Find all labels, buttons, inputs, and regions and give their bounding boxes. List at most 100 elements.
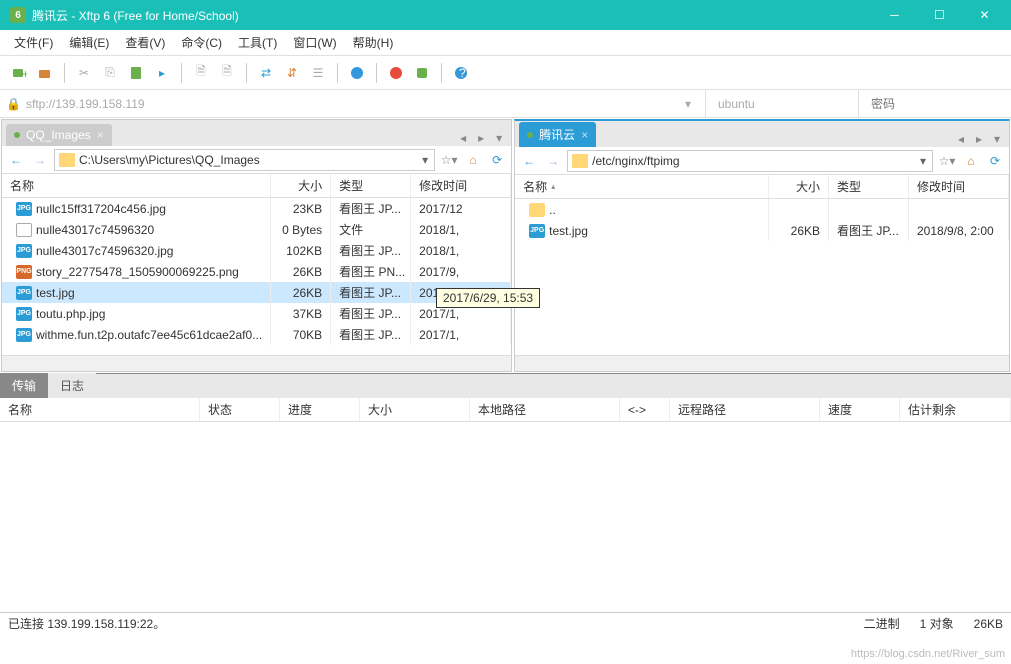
red-circle-icon[interactable]: [385, 62, 407, 84]
file-row[interactable]: JPGnulle43017c74596320.jpg102KB看图王 JP...…: [2, 240, 511, 261]
password-field[interactable]: [865, 93, 1005, 115]
close-button[interactable]: ✕: [962, 0, 1007, 30]
file-row[interactable]: JPGnullc15ff317204c456.jpg23KB看图王 JP...2…: [2, 198, 511, 219]
separator: [858, 90, 859, 118]
star-icon[interactable]: ☆▾: [439, 150, 459, 170]
play-icon[interactable]: ▸: [151, 62, 173, 84]
tab-prev-icon[interactable]: ◂: [455, 130, 471, 146]
scrollbar[interactable]: [515, 355, 1009, 371]
star-icon[interactable]: ☆▾: [937, 151, 957, 171]
transfer-icon[interactable]: ⇵: [281, 62, 303, 84]
address-dropdown-icon[interactable]: ▾: [677, 97, 699, 111]
tcol-size[interactable]: 大小: [360, 398, 470, 421]
home-icon[interactable]: ⌂: [463, 150, 483, 170]
file-row[interactable]: JPGtest.jpg26KB看图王 JP...2017/6: [2, 282, 511, 303]
open-session-icon[interactable]: [34, 62, 56, 84]
sync-icon[interactable]: ⇄: [255, 62, 277, 84]
tab-close-icon[interactable]: ×: [97, 128, 104, 142]
list-icon[interactable]: ☰: [307, 62, 329, 84]
tcol-eta[interactable]: 估计剩余: [900, 398, 1011, 421]
globe-icon[interactable]: [346, 62, 368, 84]
titlebar: 6 腾讯云 - Xftp 6 (Free for Home/School) ─ …: [0, 0, 1011, 30]
col-date[interactable]: 修改时间: [411, 174, 511, 197]
tcol-status[interactable]: 状态: [200, 398, 280, 421]
col-size[interactable]: 大小: [769, 175, 829, 198]
menu-file[interactable]: 文件(F): [6, 30, 61, 55]
menu-edit[interactable]: 编辑(E): [61, 30, 117, 55]
remote-tab-label: 腾讯云: [539, 126, 575, 143]
local-file-list[interactable]: JPGnullc15ff317204c456.jpg23KB看图王 JP...2…: [2, 198, 511, 355]
separator: [64, 63, 65, 83]
local-path-box[interactable]: C:\Users\my\Pictures\QQ_Images ▾: [54, 149, 435, 171]
remote-tabs: 腾讯云 × ◂ ▸ ▾: [515, 121, 1009, 147]
remote-tab[interactable]: 腾讯云 ×: [519, 122, 596, 147]
back-icon[interactable]: ←: [519, 151, 539, 171]
col-type[interactable]: 类型: [331, 174, 411, 197]
tcol-local[interactable]: 本地路径: [470, 398, 620, 421]
tab-prev-icon[interactable]: ◂: [953, 131, 969, 147]
file-type: 文件: [331, 219, 411, 240]
help-icon[interactable]: ?: [450, 62, 472, 84]
menu-window[interactable]: 窗口(W): [285, 30, 344, 55]
new-session-icon[interactable]: +: [8, 62, 30, 84]
tcol-arrow[interactable]: <->: [620, 398, 670, 421]
scrollbar[interactable]: [2, 355, 511, 371]
home-icon[interactable]: ⌂: [961, 151, 981, 171]
file-size: 26KB: [271, 261, 331, 282]
tab-menu-icon[interactable]: ▾: [491, 130, 507, 146]
tcol-speed[interactable]: 速度: [820, 398, 900, 421]
menu-tools[interactable]: 工具(T): [230, 30, 285, 55]
col-name[interactable]: 名称: [2, 174, 271, 197]
file-row[interactable]: JPGtest.jpg26KB看图王 JP...2018/9/8, 2:00: [515, 220, 1009, 241]
back-icon[interactable]: ←: [6, 150, 26, 170]
maximize-button[interactable]: ☐: [917, 0, 962, 30]
path-dropdown-icon[interactable]: ▾: [420, 153, 430, 167]
doc2-icon[interactable]: 🗎: [216, 62, 238, 84]
forward-icon[interactable]: →: [543, 151, 563, 171]
green-square-icon[interactable]: [411, 62, 433, 84]
menu-help[interactable]: 帮助(H): [345, 30, 402, 55]
doc1-icon[interactable]: 🗎: [190, 62, 212, 84]
status-objects: 1 对象: [920, 615, 954, 632]
file-type: 看图王 PN...: [331, 261, 411, 282]
separator: [246, 63, 247, 83]
tcol-remote[interactable]: 远程路径: [670, 398, 820, 421]
address-url[interactable]: sftp://139.199.158.119: [26, 97, 671, 111]
remote-file-list[interactable]: ..JPGtest.jpg26KB看图王 JP...2018/9/8, 2:00: [515, 199, 1009, 355]
separator: [337, 63, 338, 83]
tab-close-icon[interactable]: ×: [581, 128, 588, 142]
copy-icon[interactable]: ⎘: [99, 62, 121, 84]
tooltip: 2017/6/29, 15:53: [436, 288, 540, 308]
col-date[interactable]: 修改时间: [909, 175, 1009, 198]
tcol-progress[interactable]: 进度: [280, 398, 360, 421]
cut-icon[interactable]: ✂: [73, 62, 95, 84]
tab-menu-icon[interactable]: ▾: [989, 131, 1005, 147]
tab-next-icon[interactable]: ▸: [971, 131, 987, 147]
folder-icon: [572, 154, 588, 168]
local-path: C:\Users\my\Pictures\QQ_Images: [79, 153, 416, 167]
menu-cmd[interactable]: 命令(C): [173, 30, 230, 55]
file-name: toutu.php.jpg: [36, 307, 105, 321]
col-name[interactable]: 名称▴: [515, 175, 769, 198]
tab-next-icon[interactable]: ▸: [473, 130, 489, 146]
forward-icon[interactable]: →: [30, 150, 50, 170]
file-row[interactable]: ..: [515, 199, 1009, 220]
refresh-icon[interactable]: ⟳: [487, 150, 507, 170]
remote-path-box[interactable]: /etc/nginx/ftpimg ▾: [567, 150, 933, 172]
transfer-tab[interactable]: 传输: [0, 373, 48, 398]
menu-view[interactable]: 查看(V): [117, 30, 173, 55]
path-dropdown-icon[interactable]: ▾: [918, 154, 928, 168]
username-field[interactable]: [712, 93, 852, 115]
minimize-button[interactable]: ─: [872, 0, 917, 30]
tcol-name[interactable]: 名称: [0, 398, 200, 421]
refresh-icon[interactable]: ⟳: [985, 151, 1005, 171]
file-row[interactable]: nulle43017c745963200 Bytes文件2018/1,: [2, 219, 511, 240]
file-row[interactable]: PNGstory_22775478_1505900069225.png26KB看…: [2, 261, 511, 282]
file-row[interactable]: JPGtoutu.php.jpg37KB看图王 JP...2017/1,: [2, 303, 511, 324]
col-size[interactable]: 大小: [271, 174, 331, 197]
file-row[interactable]: JPGwithme.fun.t2p.outafc7ee45c61dcae2af0…: [2, 324, 511, 345]
local-tab[interactable]: QQ_Images ×: [6, 124, 112, 146]
paste-icon[interactable]: [125, 62, 147, 84]
log-tab[interactable]: 日志: [48, 373, 96, 398]
col-type[interactable]: 类型: [829, 175, 909, 198]
